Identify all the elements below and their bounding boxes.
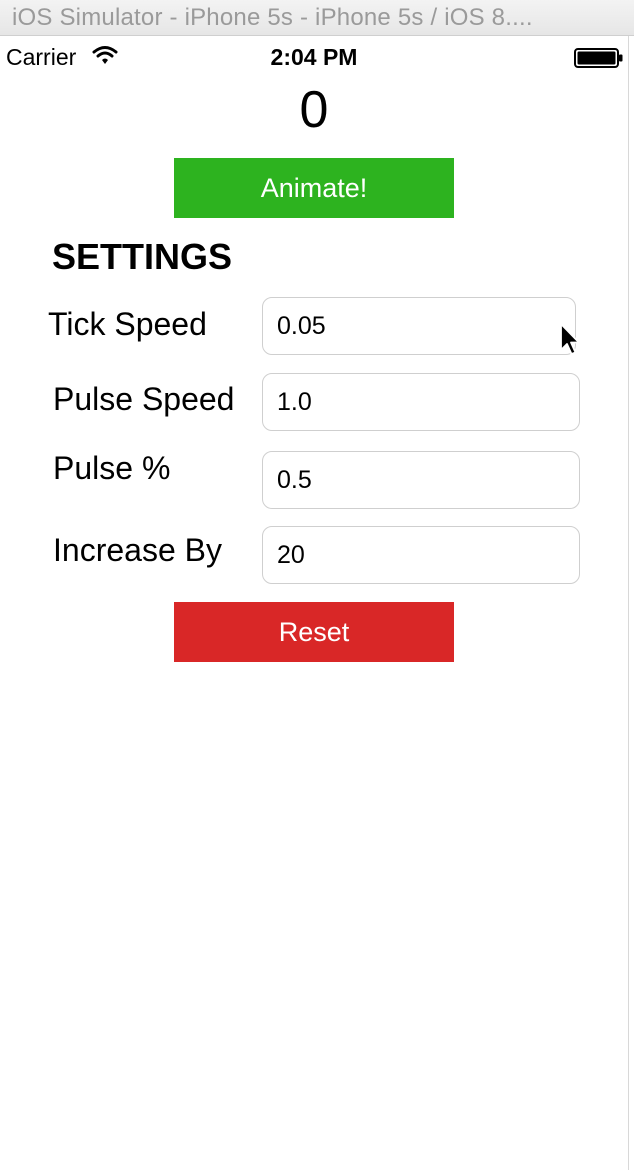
animate-button[interactable]: Animate! (174, 158, 454, 218)
simulator-window: iOS Simulator - iPhone 5s - iPhone 5s / … (0, 0, 634, 1170)
pulse-percent-label: Pulse % (53, 450, 171, 486)
window-titlebar[interactable]: iOS Simulator - iPhone 5s - iPhone 5s / … (0, 0, 634, 36)
settings-heading: SETTINGS (52, 236, 233, 277)
pulse-speed-label: Pulse Speed (53, 381, 235, 417)
counter-value: 0 (299, 81, 329, 139)
cursor-arrow-icon (560, 323, 580, 355)
tick-speed-label: Tick Speed (48, 306, 207, 342)
status-time: 2:04 PM (270, 44, 358, 70)
battery-icon (574, 48, 623, 68)
window-title: iOS Simulator - iPhone 5s - iPhone 5s / … (12, 4, 533, 31)
increase-by-label: Increase By (53, 532, 222, 568)
pulse-percent-field[interactable] (262, 451, 580, 509)
window-edge (628, 36, 629, 1170)
reset-button[interactable]: Reset (174, 602, 454, 662)
increase-by-field[interactable] (262, 526, 580, 584)
pulse-speed-field[interactable] (262, 373, 580, 431)
status-bar: Carrier 2:04 PM (0, 36, 628, 76)
tick-speed-field[interactable] (262, 297, 576, 355)
